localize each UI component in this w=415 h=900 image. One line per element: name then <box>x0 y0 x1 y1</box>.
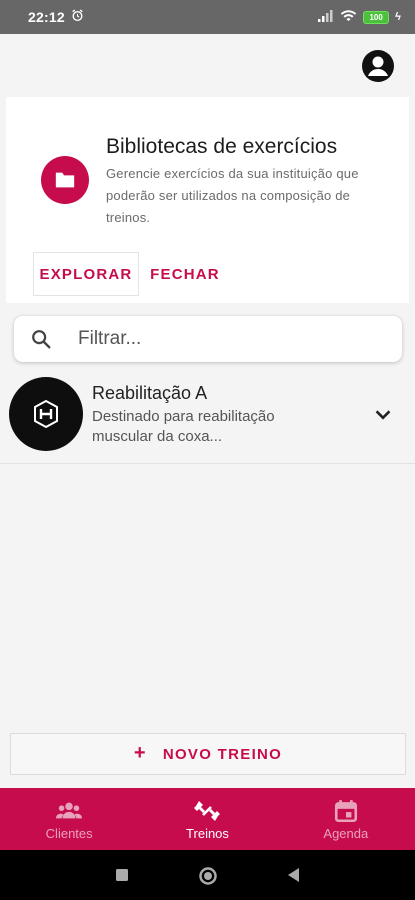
workout-description: Destinado para reabilitação muscular da … <box>92 408 275 445</box>
plus-icon: + <box>133 741 147 764</box>
people-icon <box>56 802 83 819</box>
library-title: Bibliotecas de exercícios <box>106 135 338 158</box>
workout-title: Reabilitação A <box>92 383 208 403</box>
charging-icon: ϟ <box>395 11 401 23</box>
alarm-icon <box>71 9 84 25</box>
folder-icon <box>41 156 89 204</box>
chevron-down-icon[interactable] <box>372 404 394 426</box>
library-description: Gerencie exercícios da sua instituição q… <box>106 166 359 225</box>
new-workout-button[interactable]: + NOVO TREINO <box>10 733 406 775</box>
nav-label-agenda: Agenda <box>323 826 369 841</box>
new-workout-label: NOVO TREINO <box>162 745 283 763</box>
nav-item-clientes[interactable]: Clientes <box>0 788 138 850</box>
back-icon[interactable] <box>286 867 300 883</box>
dumbbell-icon <box>194 801 221 821</box>
wifi-icon <box>340 9 357 25</box>
close-button[interactable]: FECHAR <box>145 252 225 296</box>
search-bar <box>14 316 402 362</box>
account-icon[interactable] <box>362 50 394 82</box>
workout-avatar <box>9 377 83 451</box>
search-icon <box>32 330 51 349</box>
status-right: 100 ϟ <box>318 9 401 25</box>
signal-icon <box>318 9 334 25</box>
calendar-icon <box>334 800 357 823</box>
bottom-nav: Clientes Treinos Agenda <box>0 788 415 850</box>
home-icon[interactable] <box>198 866 218 886</box>
nav-label-treinos: Treinos <box>186 826 229 841</box>
nav-item-agenda[interactable]: Agenda <box>277 788 415 850</box>
nav-item-treinos[interactable]: Treinos <box>138 788 276 850</box>
gym-logo-icon <box>34 399 58 429</box>
status-time: 22:12 <box>28 9 65 25</box>
app-header <box>0 34 415 92</box>
status-bar: 22:12 100 ϟ <box>0 0 415 34</box>
system-nav-bar <box>0 850 415 900</box>
recents-icon[interactable] <box>114 867 130 883</box>
search-input[interactable] <box>78 316 388 362</box>
library-card: Bibliotecas de exercícios Gerencie exerc… <box>6 97 409 303</box>
battery-icon: 100 <box>363 10 390 24</box>
list-item[interactable]: Reabilitação A Destinado para reabilitaç… <box>0 374 415 464</box>
nav-label-clientes: Clientes <box>45 826 93 841</box>
explore-button[interactable]: EXPLORAR <box>33 252 139 296</box>
